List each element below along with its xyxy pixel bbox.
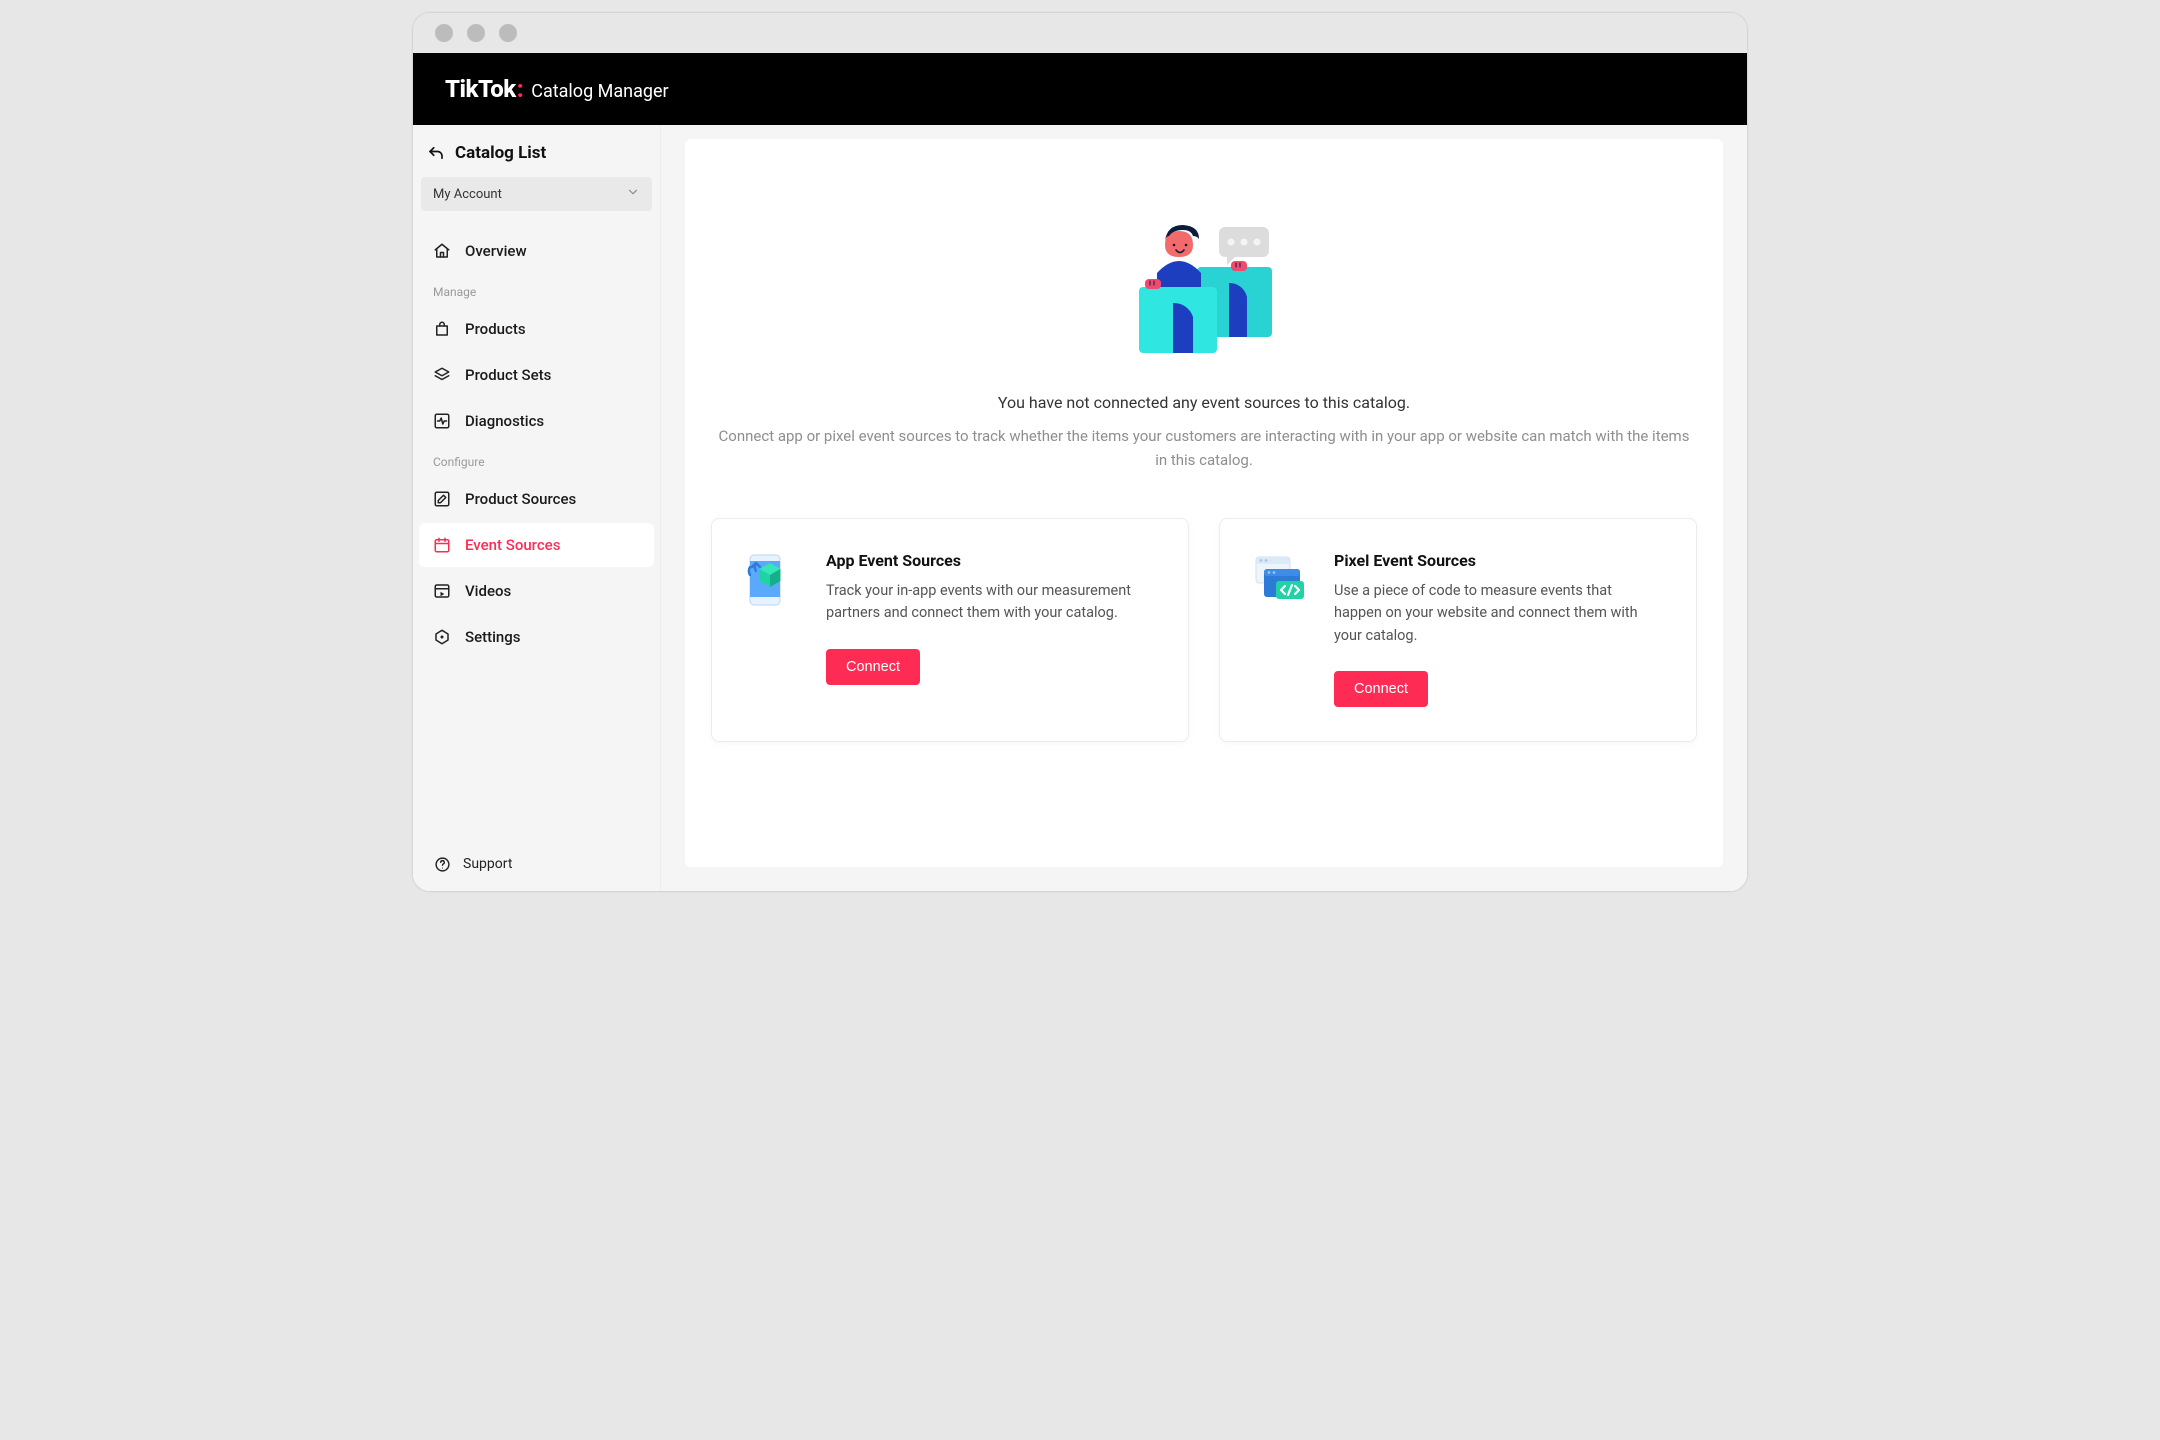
edit-square-icon bbox=[433, 490, 451, 508]
sidebar-item-label: Settings bbox=[465, 628, 521, 646]
video-icon bbox=[433, 582, 451, 600]
brand-sub: Catalog Manager bbox=[531, 81, 668, 102]
layers-icon bbox=[433, 366, 451, 384]
sidebar-section-manage: Manage bbox=[419, 275, 654, 305]
sidebar-item-videos[interactable]: Videos bbox=[419, 569, 654, 613]
calendar-icon bbox=[433, 536, 451, 554]
main: You have not connected any event sources… bbox=[661, 125, 1747, 891]
sidebar-item-label: Product Sets bbox=[465, 366, 551, 384]
account-select[interactable]: My Account bbox=[421, 177, 652, 211]
app-header: TikTok: Catalog Manager bbox=[413, 53, 1747, 125]
sidebar-item-label: Diagnostics bbox=[465, 412, 544, 430]
support-label: Support bbox=[463, 856, 512, 872]
sidebar-footer-support[interactable]: Support bbox=[413, 841, 660, 891]
empty-illustration-icon bbox=[1119, 225, 1289, 355]
sidebar-item-settings[interactable]: Settings bbox=[419, 615, 654, 659]
empty-state-title: You have not connected any event sources… bbox=[998, 393, 1410, 412]
card-title: App Event Sources bbox=[826, 551, 1136, 570]
traffic-close-icon[interactable] bbox=[435, 24, 453, 42]
sidebar-item-label: Videos bbox=[465, 582, 511, 600]
card-app-event-sources: App Event Sources Track your in-app even… bbox=[711, 518, 1189, 742]
sidebar-nav: Overview Manage Products Product Sets bbox=[413, 229, 660, 841]
card-description: Track your in-app events with our measur… bbox=[826, 580, 1136, 625]
card-description: Use a piece of code to measure events th… bbox=[1334, 580, 1644, 647]
app-window: TikTok: Catalog Manager Catalog List My … bbox=[412, 12, 1748, 892]
pixel-events-icon bbox=[1250, 551, 1308, 609]
empty-state: You have not connected any event sources… bbox=[711, 169, 1697, 472]
help-icon bbox=[433, 855, 451, 873]
brand-logo: TikTok: bbox=[445, 75, 523, 103]
back-icon[interactable] bbox=[427, 144, 445, 162]
sidebar-item-overview[interactable]: Overview bbox=[419, 229, 654, 273]
app-events-icon bbox=[742, 551, 800, 609]
connect-pixel-button[interactable]: Connect bbox=[1334, 671, 1428, 707]
home-icon bbox=[433, 242, 451, 260]
app-body: Catalog List My Account Overview Manage bbox=[413, 125, 1747, 891]
brand-colon-icon: : bbox=[517, 75, 523, 103]
window-titlebar bbox=[413, 13, 1747, 53]
empty-state-description: Connect app or pixel event sources to tr… bbox=[714, 424, 1694, 472]
account-label: My Account bbox=[433, 187, 502, 202]
sidebar-item-label: Products bbox=[465, 320, 526, 338]
sidebar-item-label: Overview bbox=[465, 242, 527, 260]
traffic-minimize-icon[interactable] bbox=[467, 24, 485, 42]
source-cards: App Event Sources Track your in-app even… bbox=[711, 518, 1697, 742]
connect-app-button[interactable]: Connect bbox=[826, 649, 920, 685]
sidebar-section-configure: Configure bbox=[419, 445, 654, 475]
sidebar-item-products[interactable]: Products bbox=[419, 307, 654, 351]
sidebar-header: Catalog List bbox=[413, 137, 660, 173]
sidebar-item-product-sources[interactable]: Product Sources bbox=[419, 477, 654, 521]
sidebar: Catalog List My Account Overview Manage bbox=[413, 125, 661, 891]
activity-icon bbox=[433, 412, 451, 430]
card-title: Pixel Event Sources bbox=[1334, 551, 1644, 570]
sidebar-title: Catalog List bbox=[455, 143, 546, 163]
sidebar-item-product-sets[interactable]: Product Sets bbox=[419, 353, 654, 397]
card-pixel-event-sources: Pixel Event Sources Use a piece of code … bbox=[1219, 518, 1697, 742]
brand: TikTok: Catalog Manager bbox=[445, 75, 669, 103]
sidebar-item-label: Product Sources bbox=[465, 490, 576, 508]
sidebar-item-event-sources[interactable]: Event Sources bbox=[419, 523, 654, 567]
card-body: Pixel Event Sources Use a piece of code … bbox=[1334, 551, 1644, 707]
main-panel: You have not connected any event sources… bbox=[685, 139, 1723, 867]
brand-name: TikTok bbox=[445, 75, 516, 103]
card-body: App Event Sources Track your in-app even… bbox=[826, 551, 1136, 707]
bag-icon bbox=[433, 320, 451, 338]
sidebar-item-diagnostics[interactable]: Diagnostics bbox=[419, 399, 654, 443]
traffic-zoom-icon[interactable] bbox=[499, 24, 517, 42]
sidebar-item-label: Event Sources bbox=[465, 536, 560, 554]
settings-icon bbox=[433, 628, 451, 646]
chevron-down-icon bbox=[626, 185, 640, 203]
